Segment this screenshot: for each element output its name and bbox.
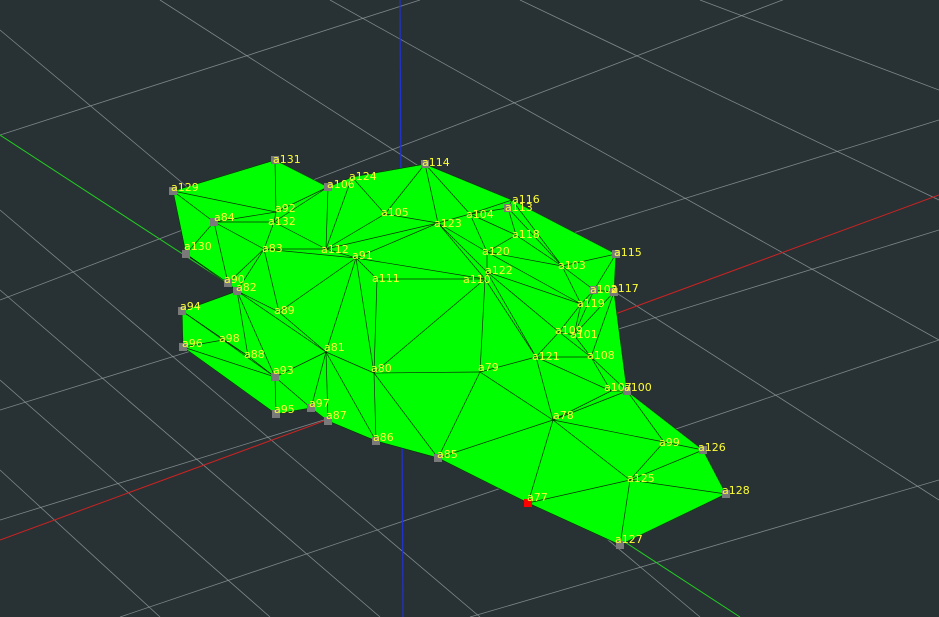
- vertex-label-a83: a83: [262, 242, 283, 255]
- vertex-label-a81: a81: [324, 341, 345, 354]
- vertex-label-a92: a92: [275, 202, 296, 215]
- vertex-label-a112: a112: [321, 243, 349, 256]
- vertex-label-a129: a129: [171, 181, 199, 194]
- vertex-label-a121: a121: [532, 350, 560, 363]
- grid-line: [0, 469, 161, 617]
- grid-line: [0, 379, 271, 617]
- vertex-label-a118: a118: [512, 228, 540, 241]
- vertex-label-a85: a85: [437, 448, 458, 461]
- vertex-label-a104: a104: [466, 208, 494, 221]
- vertex-label-a89: a89: [274, 304, 295, 317]
- vertex-label-a99: a99: [659, 436, 680, 449]
- vertex-label-a119: a119: [577, 297, 605, 310]
- grid-line: [0, 0, 421, 136]
- vertex-label-a97: a97: [309, 397, 330, 410]
- vertex-label-a117: a117: [611, 282, 639, 295]
- vertex-label-a116: a116: [512, 193, 540, 206]
- vertex-label-a130: a130: [184, 240, 212, 253]
- grid-line: [699, 0, 939, 91]
- vertex-label-a131: a131: [273, 153, 301, 166]
- vertex-label-a107: a107: [604, 381, 632, 394]
- vertex-label-a94: a94: [180, 300, 201, 313]
- vertex-label-a88: a88: [244, 348, 265, 361]
- scene-canvas[interactable]: a77a78a79a80a81a82a83a84a85a86a87a88a89a…: [0, 0, 939, 617]
- vertex-label-a80: a80: [371, 362, 392, 375]
- vertex-label-a120: a120: [482, 245, 510, 258]
- vertex-label-a87: a87: [326, 409, 347, 422]
- vertex-label-a93: a93: [273, 364, 294, 377]
- vertex-label-a111: a111: [372, 272, 400, 285]
- vertex-label-a125: a125: [627, 472, 655, 485]
- vertex-label-a109: a109: [555, 324, 583, 337]
- vertex-label-a126: a126: [698, 441, 726, 454]
- vertex-label-a132: a132: [268, 215, 296, 228]
- vertex-label-a86: a86: [373, 431, 394, 444]
- vertex-label-a128: a128: [722, 484, 750, 497]
- vertex-label-a105: a105: [381, 206, 409, 219]
- vertex-label-a96: a96: [182, 337, 203, 350]
- vertex-label-a114: a114: [422, 156, 450, 169]
- vertex-label-a98: a98: [219, 332, 240, 345]
- vertex-label-a79: a79: [478, 361, 499, 374]
- vertex-label-a90: a90: [224, 273, 245, 286]
- vertex-label-a91: a91: [352, 249, 373, 262]
- vertex-label-a115: a115: [614, 246, 642, 259]
- vertex-label-a77: a77: [527, 491, 548, 504]
- 3d-viewport[interactable]: a77 a78 a79 a80 a81 a82 a83 a84 a85 a86 a87 a88 a89 a…: [0, 0, 939, 617]
- vertex-label-a84: a84: [214, 211, 235, 224]
- vertex-label-a95: a95: [274, 403, 295, 416]
- vertex-label-a103: a103: [558, 259, 586, 272]
- grid-line: [519, 0, 939, 201]
- vertex-label-a123: a123: [434, 217, 462, 230]
- vertex-label-a124: a124: [349, 170, 377, 183]
- vertex-label-a108: a108: [587, 349, 615, 362]
- vertex-label-a78: a78: [553, 409, 574, 422]
- vertex-label-a122: a122: [485, 264, 513, 277]
- vertex-label-a127: a127: [615, 533, 643, 546]
